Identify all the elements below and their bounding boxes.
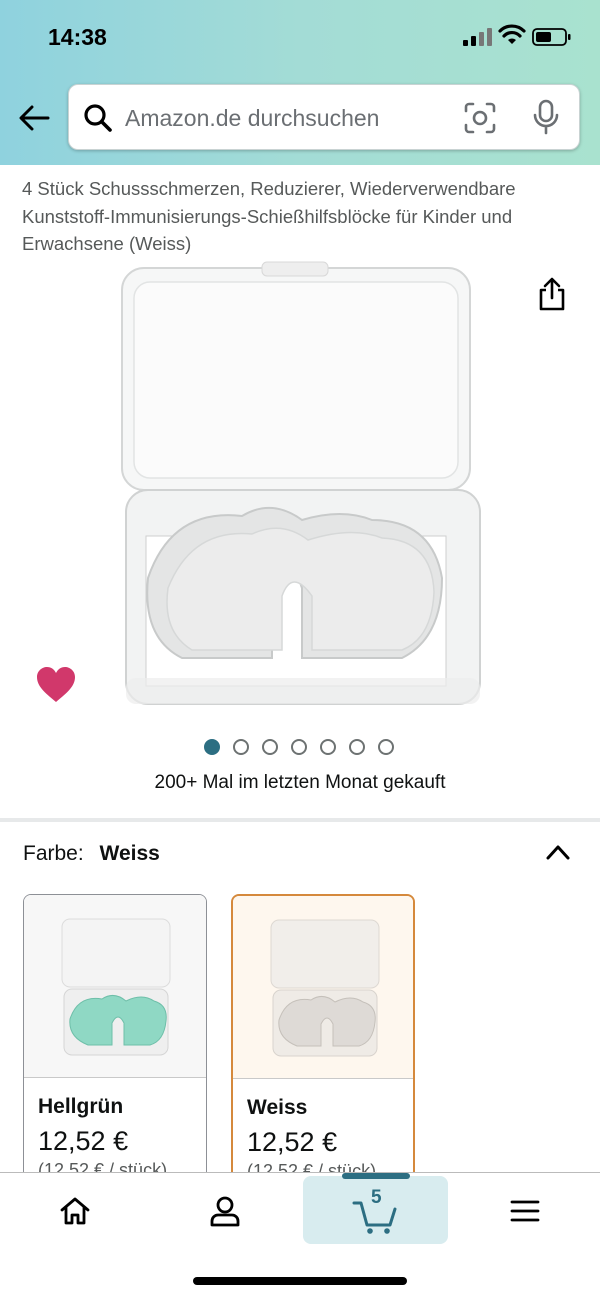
carousel-dot[interactable] — [320, 739, 336, 755]
nav-cart[interactable] — [300, 1173, 450, 1249]
variant-price: 12,52 € — [247, 1127, 338, 1157]
chevron-up-icon[interactable] — [544, 842, 572, 862]
nav-home[interactable] — [0, 1173, 150, 1249]
carousel-dot[interactable] — [378, 739, 394, 755]
microphone-icon[interactable] — [531, 99, 561, 135]
bought-count-text: 200+ Mal im letzten Monat gekauft — [154, 772, 446, 793]
carousel-dot[interactable] — [204, 739, 220, 755]
nav-account[interactable] — [150, 1173, 300, 1249]
home-icon — [60, 1197, 90, 1225]
variant-price: 12,52 € — [38, 1126, 129, 1156]
search-input[interactable] — [125, 99, 455, 137]
section-divider — [0, 818, 600, 822]
carousel-dot[interactable] — [349, 739, 365, 755]
carousel-dot[interactable] — [262, 739, 278, 755]
signal-icon — [463, 28, 492, 46]
variant-option-weiss[interactable]: Weiss 12,52 € (12,52 € / stück) — [231, 894, 415, 1194]
carousel-dot[interactable] — [233, 739, 249, 755]
account-icon — [210, 1196, 240, 1227]
variant-name: Hellgrün — [38, 1095, 124, 1118]
search-bar[interactable] — [68, 84, 580, 150]
product-image[interactable] — [112, 258, 488, 714]
product-title[interactable]: 4 Stück Schussschmerzen, Reduzierer, Wie… — [22, 175, 582, 258]
bottom-nav-bar: 5 — [0, 1172, 600, 1297]
wifi-icon — [498, 24, 526, 44]
image-carousel-dots[interactable] — [204, 739, 394, 755]
color-selected-value: Weiss — [99, 842, 160, 865]
top-header: 14:38 — [0, 0, 600, 165]
search-icon — [84, 104, 112, 132]
color-label: Farbe: — [23, 842, 84, 865]
home-indicator — [193, 1277, 407, 1285]
variant-image — [233, 896, 413, 1079]
heart-icon[interactable] — [36, 666, 76, 704]
color-selector-header[interactable]: Farbe: Weiss — [23, 842, 573, 872]
share-icon[interactable] — [536, 276, 568, 312]
menu-icon — [510, 1200, 540, 1222]
variant-name: Weiss — [247, 1096, 308, 1119]
back-arrow-icon — [19, 105, 50, 131]
camera-scan-icon[interactable] — [463, 101, 497, 135]
battery-icon — [532, 28, 571, 46]
back-button[interactable] — [14, 100, 54, 136]
variant-image — [24, 895, 206, 1078]
status-time: 14:38 — [48, 24, 107, 50]
carousel-dot[interactable] — [291, 739, 307, 755]
cart-count-badge: 5 — [371, 1187, 382, 1208]
variant-option-hellgruen[interactable]: Hellgrün 12,52 € (12,52 € / stück) — [23, 894, 207, 1194]
nav-menu[interactable] — [450, 1173, 600, 1249]
